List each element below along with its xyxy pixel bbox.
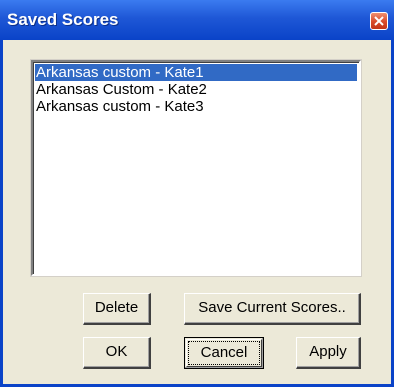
list-item[interactable]: Arkansas custom - Kate3 — [35, 98, 357, 115]
list-item[interactable]: Arkansas custom - Kate1 — [35, 64, 357, 81]
apply-button[interactable]: Apply — [296, 337, 361, 369]
ok-button[interactable]: OK — [83, 337, 151, 369]
saved-scores-list[interactable]: Arkansas custom - Kate1 Arkansas Custom … — [31, 60, 361, 276]
cancel-button[interactable]: Cancel — [184, 337, 264, 369]
window-border-left — [0, 40, 3, 387]
title-bar[interactable]: Saved Scores — [0, 0, 394, 40]
cancel-button-label: Cancel — [200, 344, 248, 361]
close-button[interactable] — [370, 12, 388, 30]
list-item[interactable]: Arkansas Custom - Kate2 — [35, 81, 357, 98]
saved-scores-dialog: Saved Scores Arkansas custom - Kate1 Ark… — [0, 0, 394, 387]
delete-button[interactable]: Delete — [83, 293, 151, 325]
save-current-scores-button[interactable]: Save Current Scores.. — [184, 293, 361, 325]
window-title: Saved Scores — [7, 10, 119, 29]
close-icon — [374, 16, 384, 26]
